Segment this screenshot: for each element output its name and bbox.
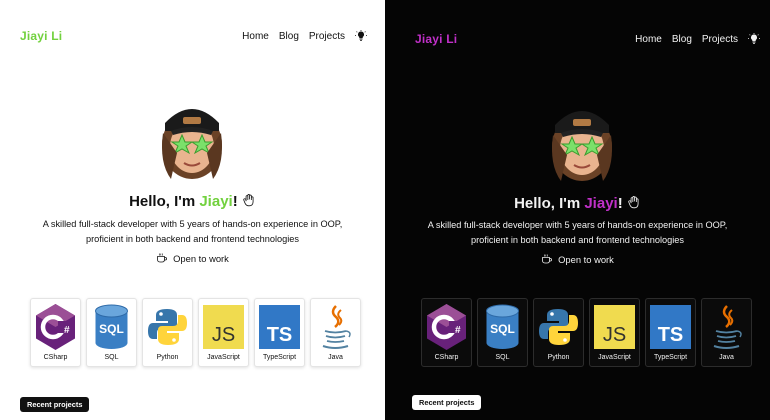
skills-grid: CSharp SQL Python JavaScript TypeScript … xyxy=(421,298,752,367)
hero-heading-name: Jiayi xyxy=(199,193,233,210)
skill-label: TypeScript xyxy=(262,354,297,361)
tagline-line-2: proficient in both backend and frontend … xyxy=(471,235,684,245)
skill-card-sql[interactable]: SQL xyxy=(86,298,137,367)
dark-theme-pane: Jiayi Li Home Blog Projects Hello, I'm J… xyxy=(385,0,770,420)
skill-card-python[interactable]: Python xyxy=(533,298,584,367)
work-status: Open to work xyxy=(0,252,385,264)
work-status-label: Open to work xyxy=(558,253,614,265)
work-status-label: Open to work xyxy=(173,252,229,264)
lightbulb-icon[interactable] xyxy=(355,30,367,42)
skill-label: Java xyxy=(719,354,734,361)
javascript-logo-icon xyxy=(593,303,636,351)
brand-logo[interactable]: Jiayi Li xyxy=(20,29,62,43)
waving-hand-icon xyxy=(627,195,641,209)
lightbulb-icon[interactable] xyxy=(748,33,760,45)
nav-links: Home Blog Projects xyxy=(242,30,367,42)
python-logo-icon xyxy=(537,303,580,351)
tagline-line-1: A skilled full-stack developer with 5 ye… xyxy=(427,220,728,230)
nav-home[interactable]: Home xyxy=(242,31,269,42)
skill-card-java[interactable]: Java xyxy=(310,298,361,367)
nav-projects[interactable]: Projects xyxy=(702,34,738,45)
hero-tagline: A skilled full-stack developer with 5 ye… xyxy=(18,217,367,247)
nav-blog[interactable]: Blog xyxy=(279,31,299,42)
hero-heading-suffix: ! xyxy=(617,195,623,212)
skill-label: SQL xyxy=(495,354,510,361)
nav-home[interactable]: Home xyxy=(635,34,662,45)
skill-card-typescript[interactable]: TypeScript xyxy=(645,298,696,367)
skill-card-csharp[interactable]: CSharp xyxy=(30,298,81,367)
tagline-line-2: proficient in both backend and frontend … xyxy=(86,234,299,244)
coffee-cup-icon xyxy=(541,253,553,265)
skill-card-javascript[interactable]: JavaScript xyxy=(198,298,249,367)
light-theme-pane: Jiayi Li Home Blog Projects Hello, I'm J… xyxy=(0,0,385,420)
csharp-logo-icon xyxy=(34,303,77,351)
top-nav: Jiayi Li Home Blog Projects xyxy=(20,28,367,44)
skill-card-csharp[interactable]: CSharp xyxy=(421,298,472,367)
hero-heading-suffix: ! xyxy=(232,193,238,210)
skill-label: JavaScript xyxy=(598,354,631,361)
recent-projects-chip[interactable]: Recent projects xyxy=(412,395,482,410)
brand-logo[interactable]: Jiayi Li xyxy=(415,32,457,46)
hero-heading: Hello, I'm Jiayi! xyxy=(0,193,385,210)
avatar xyxy=(541,95,623,185)
skill-card-typescript[interactable]: TypeScript xyxy=(254,298,305,367)
typescript-logo-icon xyxy=(258,303,301,351)
tagline-line-1: A skilled full-stack developer with 5 ye… xyxy=(42,219,343,229)
hero-heading: Hello, I'm Jiayi! xyxy=(385,195,770,212)
skill-label: CSharp xyxy=(434,354,459,361)
skills-grid: CSharp SQL Python JavaScript TypeScript … xyxy=(30,298,361,367)
recent-projects-chip[interactable]: Recent projects xyxy=(20,397,90,412)
hero-heading-prefix: Hello, I'm xyxy=(514,195,585,212)
hero-heading-prefix: Hello, I'm xyxy=(129,193,200,210)
hero-heading-name: Jiayi xyxy=(584,195,618,212)
waving-hand-icon xyxy=(242,193,256,207)
skill-label: Python xyxy=(547,354,570,361)
skill-card-javascript[interactable]: JavaScript xyxy=(589,298,640,367)
skill-label: CSharp xyxy=(43,354,68,361)
csharp-logo-icon xyxy=(425,303,468,351)
nav-links: Home Blog Projects xyxy=(635,33,760,45)
hero-tagline: A skilled full-stack developer with 5 ye… xyxy=(403,218,752,248)
skill-card-sql[interactable]: SQL xyxy=(477,298,528,367)
avatar xyxy=(151,93,233,183)
coffee-cup-icon xyxy=(156,252,168,264)
skill-label: JavaScript xyxy=(207,354,240,361)
skill-label: Java xyxy=(328,354,343,361)
python-logo-icon xyxy=(146,303,189,351)
java-logo-icon xyxy=(314,303,357,351)
top-nav: Jiayi Li Home Blog Projects xyxy=(415,31,760,47)
skill-card-python[interactable]: Python xyxy=(142,298,193,367)
work-status: Open to work xyxy=(385,253,770,265)
skill-label: TypeScript xyxy=(653,354,688,361)
nav-blog[interactable]: Blog xyxy=(672,34,692,45)
typescript-logo-icon xyxy=(649,303,692,351)
javascript-logo-icon xyxy=(202,303,245,351)
skill-label: SQL xyxy=(104,354,119,361)
java-logo-icon xyxy=(705,303,748,351)
skill-card-java[interactable]: Java xyxy=(701,298,752,367)
sql-database-icon xyxy=(90,303,133,351)
skill-label: Python xyxy=(156,354,179,361)
sql-database-icon xyxy=(481,303,524,351)
nav-projects[interactable]: Projects xyxy=(309,31,345,42)
